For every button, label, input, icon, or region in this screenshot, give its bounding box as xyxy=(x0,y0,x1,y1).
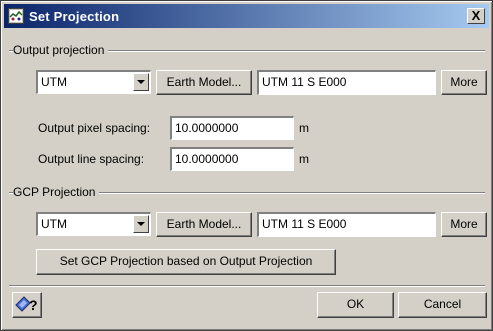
help-button[interactable]: ? xyxy=(12,292,42,318)
help-pointer-icon: ? xyxy=(15,296,38,313)
output-more-button[interactable]: More xyxy=(441,70,487,95)
set-projection-dialog: Set Projection X Output projection UTM E… xyxy=(0,0,493,331)
pixel-spacing-unit: m xyxy=(299,121,309,135)
output-projection-field[interactable]: UTM 11 S E000 xyxy=(257,70,436,95)
footer-divider xyxy=(9,285,485,287)
svg-text:?: ? xyxy=(29,297,38,313)
line-spacing-label: Output line spacing: xyxy=(38,152,145,166)
close-button[interactable]: X xyxy=(467,8,485,24)
gcp-more-button[interactable]: More xyxy=(441,212,487,237)
gcp-earth-model-button[interactable]: Earth Model... xyxy=(156,212,252,237)
title-bar[interactable]: Set Projection X xyxy=(4,4,489,28)
chevron-down-icon[interactable] xyxy=(133,73,149,91)
line-spacing-input[interactable]: 10.0000000 xyxy=(170,147,294,171)
chevron-down-icon[interactable] xyxy=(133,215,149,233)
ok-button[interactable]: OK xyxy=(317,292,394,318)
output-projection-label: Output projection xyxy=(13,43,109,57)
gcp-projection-select[interactable]: UTM xyxy=(36,212,151,236)
pixel-spacing-label: Output pixel spacing: xyxy=(38,121,151,135)
window-title: Set Projection xyxy=(29,9,120,24)
gcp-projection-label: GCP Projection xyxy=(13,185,100,199)
output-projection-select[interactable]: UTM xyxy=(36,70,151,94)
line-spacing-unit: m xyxy=(299,152,309,166)
output-earth-model-button[interactable]: Earth Model... xyxy=(156,70,252,95)
projection-app-icon xyxy=(8,8,24,24)
cancel-button[interactable]: Cancel xyxy=(398,292,487,318)
set-gcp-from-output-button[interactable]: Set GCP Projection based on Output Proje… xyxy=(36,249,336,275)
pixel-spacing-input[interactable]: 10.0000000 xyxy=(170,116,294,140)
gcp-projection-select-value: UTM xyxy=(41,217,67,231)
gcp-projection-field[interactable]: UTM 11 S E000 xyxy=(257,212,436,237)
output-projection-select-value: UTM xyxy=(41,75,67,89)
